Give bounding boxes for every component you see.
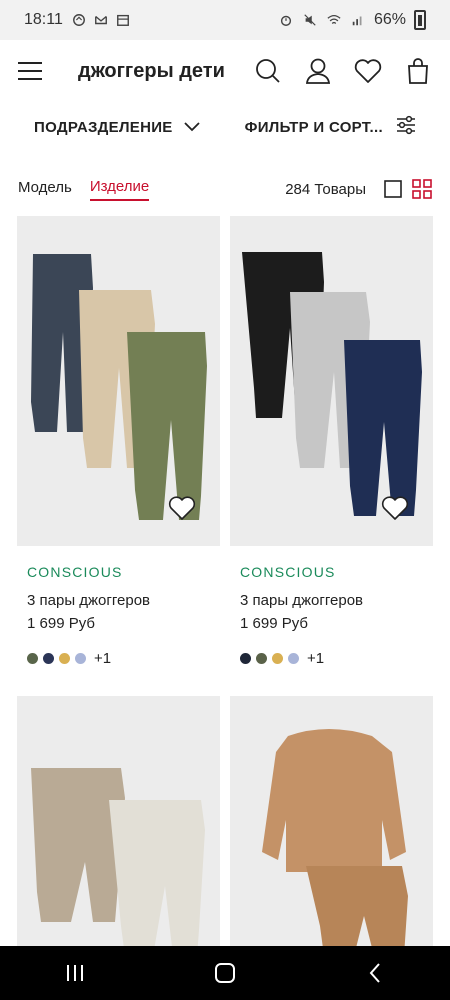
- status-bar: 18:11 66%: [0, 0, 450, 40]
- search-icon[interactable]: [254, 57, 282, 85]
- conscious-tag: CONSCIOUS: [27, 564, 123, 580]
- color-swatch[interactable]: [240, 653, 251, 664]
- color-swatch[interactable]: [256, 653, 267, 664]
- product-name[interactable]: 3 пары джоггеров: [27, 592, 220, 609]
- recent-apps-icon[interactable]: [55, 953, 95, 993]
- product-image[interactable]: [230, 216, 433, 546]
- menu-icon[interactable]: [18, 62, 42, 80]
- sliders-icon[interactable]: [396, 115, 416, 140]
- color-swatch[interactable]: [27, 653, 38, 664]
- account-icon[interactable]: [304, 57, 332, 85]
- filter-bar: ПОДРАЗДЕЛЕНИЕ ФИЛЬТР И СОРТ...: [0, 104, 450, 150]
- product-card[interactable]: [17, 696, 220, 956]
- product-image[interactable]: [230, 696, 433, 956]
- system-nav-bar: [0, 946, 450, 1000]
- more-colors[interactable]: +1: [94, 650, 111, 667]
- tab-product[interactable]: Изделие: [89, 178, 150, 201]
- color-swatch[interactable]: [75, 653, 86, 664]
- items-count: 284 Товары: [285, 180, 366, 198]
- color-swatch[interactable]: [272, 653, 283, 664]
- color-swatch[interactable]: [288, 653, 299, 664]
- filter-sort-label: ФИЛЬТР И СОРТ...: [244, 118, 383, 136]
- favorites-icon[interactable]: [354, 57, 382, 85]
- heart-icon[interactable]: [381, 495, 409, 526]
- wifi-icon: [327, 14, 341, 24]
- department-filter-label: ПОДРАЗДЕЛЕНИЕ: [34, 118, 173, 136]
- color-swatches: +1: [27, 650, 220, 667]
- tab-model[interactable]: Модель: [18, 179, 72, 200]
- product-price: 1 699 Руб: [27, 615, 95, 632]
- calendar-icon: [116, 14, 129, 26]
- mute-icon: [304, 14, 316, 26]
- status-time: 18:11: [24, 11, 63, 28]
- battery-icon: [414, 10, 426, 30]
- view-row: Модель Изделие 284 Товары: [0, 172, 450, 206]
- product-card[interactable]: [230, 696, 433, 956]
- color-swatch[interactable]: [43, 653, 54, 664]
- conscious-tag: CONSCIOUS: [240, 564, 336, 580]
- filter-sort-button[interactable]: ФИЛЬТР И СОРТ...: [245, 119, 383, 136]
- mail-icon: [94, 15, 107, 25]
- product-card[interactable]: CONSCIOUS 3 пары джоггеров 1 699 Руб +1: [17, 216, 220, 667]
- product-image[interactable]: [17, 696, 220, 956]
- battery-percent: 66%: [373, 11, 406, 28]
- signal-icon: [352, 16, 362, 26]
- chevron-down-icon: [183, 122, 200, 132]
- page-title: джоггеры дети: [78, 59, 225, 82]
- color-swatches: +1: [240, 650, 433, 667]
- heart-icon[interactable]: [168, 495, 196, 526]
- sync-icon: [72, 14, 85, 26]
- product-name[interactable]: 3 пары джоггеров: [240, 592, 433, 609]
- grid-view-icon[interactable]: [412, 179, 432, 199]
- bag-icon[interactable]: [404, 57, 432, 85]
- home-icon[interactable]: [205, 953, 245, 993]
- product-image[interactable]: [17, 216, 220, 546]
- single-view-icon[interactable]: [384, 180, 402, 198]
- more-colors[interactable]: +1: [307, 650, 324, 667]
- alarm-icon: [280, 15, 292, 26]
- product-card[interactable]: CONSCIOUS 3 пары джоггеров 1 699 Руб +1: [230, 216, 433, 667]
- department-filter-button[interactable]: ПОДРАЗДЕЛЕНИЕ: [34, 119, 201, 136]
- product-price: 1 699 Руб: [240, 615, 308, 632]
- back-icon[interactable]: [355, 953, 395, 993]
- color-swatch[interactable]: [59, 653, 70, 664]
- app-header: джоггеры дети: [0, 40, 450, 102]
